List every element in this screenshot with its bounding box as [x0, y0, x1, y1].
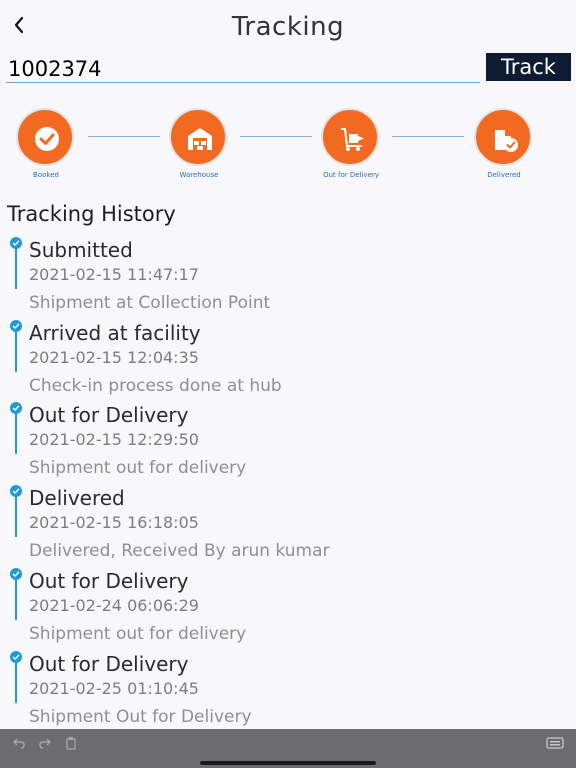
event-description: Shipment Out for Delivery: [29, 707, 252, 727]
step-booked: Booked: [16, 108, 76, 188]
timeline-line: [15, 414, 17, 454]
step-out-for-delivery: Out for Delivery: [321, 108, 381, 188]
step-circle: [321, 108, 379, 166]
step-circle: [169, 108, 227, 166]
check-dot-icon: [10, 402, 22, 414]
track-button[interactable]: Track: [486, 53, 571, 81]
history-event: Submitted 2021-02-15 11:47:17 Shipment a…: [0, 236, 576, 319]
progress-steps: Booked Warehouse Out for Delivery Delive…: [0, 108, 576, 188]
home-indicator[interactable]: [200, 761, 376, 765]
keyboard-shortcut-bar: [0, 729, 576, 768]
tracking-number-input[interactable]: [6, 52, 480, 82]
timeline-line: [15, 580, 17, 620]
undo-icon[interactable]: [12, 736, 26, 750]
event-status: Submitted: [29, 238, 133, 262]
page-title: Tracking: [231, 12, 345, 42]
check-dot-icon: [10, 237, 22, 249]
warehouse-icon: [188, 128, 212, 150]
step-label: Booked: [33, 171, 59, 179]
step-connector: [88, 136, 160, 137]
box-check-icon: [495, 130, 518, 152]
header: Tracking: [0, 0, 576, 56]
check-dot-icon: [10, 568, 22, 580]
step-delivered: Delivered: [474, 108, 534, 188]
history-event: Arrived at facility 2021-02-15 12:04:35 …: [0, 319, 576, 402]
history-event: Out for Delivery 2021-02-25 01:10:45 Shi…: [0, 650, 576, 733]
step-label: Warehouse: [179, 171, 219, 179]
keyboard-icon[interactable]: [546, 736, 566, 750]
event-description: Shipment at Collection Point: [29, 293, 271, 313]
event-description: Shipment out for delivery: [29, 624, 247, 644]
check-dot-icon: [10, 485, 22, 497]
event-description: Check-in process done at hub: [29, 376, 282, 396]
event-status: Out for Delivery: [29, 652, 189, 676]
check-circle-icon: [35, 127, 59, 151]
event-time: 2021-02-15 12:29:50: [29, 430, 199, 449]
history-event: Out for Delivery 2021-02-15 12:29:50 Shi…: [0, 401, 576, 484]
event-time: 2021-02-24 06:06:29: [29, 596, 199, 615]
step-label: Out for Delivery: [323, 171, 379, 179]
timeline-line: [15, 332, 17, 372]
search-field: [6, 52, 480, 83]
event-status: Out for Delivery: [29, 403, 189, 427]
event-description: Delivered, Received By arun kumar: [29, 541, 330, 561]
redo-icon[interactable]: [38, 736, 52, 750]
step-circle: [16, 108, 74, 166]
event-time: 2021-02-15 16:18:05: [29, 513, 199, 532]
timeline-line: [15, 497, 17, 537]
step-connector: [240, 136, 312, 137]
event-description: Shipment out for delivery: [29, 458, 247, 478]
step-warehouse: Warehouse: [169, 108, 229, 188]
hand-truck-icon: [341, 128, 364, 151]
history-event: Out for Delivery 2021-02-24 06:06:29 Shi…: [0, 567, 576, 650]
step-label: Delivered: [487, 171, 521, 179]
timeline-line: [15, 663, 17, 703]
step-circle: [474, 108, 532, 166]
step-connector: [392, 136, 464, 137]
event-status: Delivered: [29, 486, 125, 510]
event-time: 2021-02-25 01:10:45: [29, 679, 199, 698]
paste-icon[interactable]: [64, 736, 78, 750]
history-event: Delivered 2021-02-15 16:18:05 Delivered,…: [0, 484, 576, 567]
event-status: Arrived at facility: [29, 321, 201, 345]
event-status: Out for Delivery: [29, 569, 189, 593]
check-dot-icon: [10, 651, 22, 663]
timeline-line: [15, 249, 17, 289]
check-dot-icon: [10, 320, 22, 332]
tracking-history-title: Tracking History: [7, 202, 176, 226]
event-time: 2021-02-15 12:04:35: [29, 348, 199, 367]
event-time: 2021-02-15 11:47:17: [29, 265, 199, 284]
